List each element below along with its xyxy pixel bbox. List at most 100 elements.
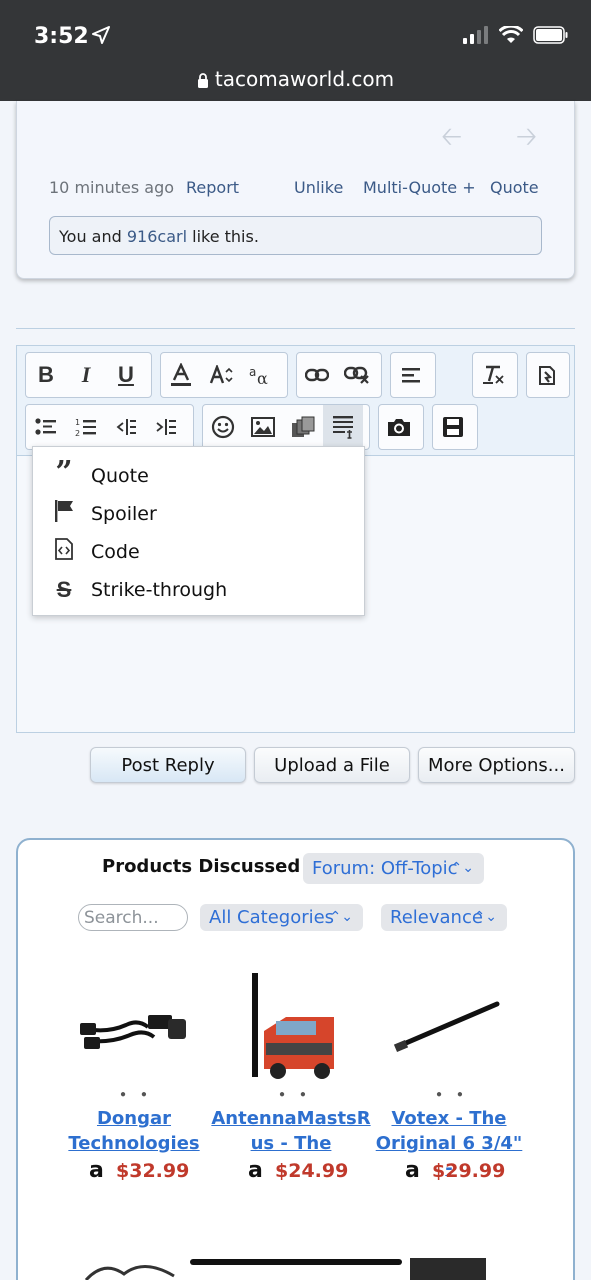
svg-text:a: a [249, 365, 256, 379]
carousel-dots: ● ● [120, 1089, 153, 1100]
product-name-line: Votex - The [391, 1108, 507, 1129]
product-name-line: Technologies [68, 1133, 200, 1154]
svg-text:1: 1 [75, 418, 80, 427]
product-image-antennamasts[interactable] [246, 971, 338, 1081]
svg-text:2: 2 [75, 429, 80, 437]
camera-group [378, 404, 424, 450]
bold-button[interactable]: B [26, 353, 66, 397]
product-link-dongar[interactable]: Dongar Technologies [54, 1106, 214, 1156]
multi-quote-link[interactable]: Multi-Quote + [363, 178, 476, 197]
remove-format-icon[interactable] [473, 353, 513, 397]
product-image-partial[interactable] [410, 1258, 486, 1280]
menu-item-spoiler[interactable]: Spoiler [33, 495, 366, 533]
align-left-icon[interactable] [391, 353, 431, 397]
list-group: 12 [25, 404, 194, 450]
category-select-value: All Categories [209, 907, 335, 928]
product-price: $32.99 [116, 1160, 190, 1182]
image-icon[interactable] [243, 405, 283, 449]
amazon-logo-icon: a [405, 1158, 420, 1183]
clear-group [472, 352, 518, 398]
post-reply-button[interactable]: Post Reply [90, 747, 246, 783]
forum-select-value: Forum: Off-Topic [312, 858, 458, 879]
link-icon[interactable] [297, 353, 337, 397]
underline-button[interactable]: U [106, 353, 146, 397]
product-link-antennamasts[interactable]: AntennaMastsR us - The [211, 1106, 371, 1156]
menu-item-code[interactable]: Code [33, 533, 366, 571]
menu-item-strike-through[interactable]: S Strike-through [33, 571, 366, 609]
insert-menu-icon[interactable] [323, 405, 363, 449]
menu-item-label: Quote [91, 465, 149, 487]
switch-group [526, 352, 570, 398]
arrow-right-icon[interactable]: 🡢 [516, 118, 537, 162]
upload-file-button[interactable]: Upload a File [254, 747, 410, 783]
likes-summary: You and 916carl like this. [49, 216, 542, 255]
insert-dropdown-menu: ” Quote Spoiler Code S Strike-through [32, 446, 365, 616]
product-price: $24.99 [275, 1160, 349, 1182]
likes-suffix: like this. [187, 227, 259, 246]
svg-text:α: α [257, 369, 268, 386]
category-select[interactable]: All Categories ⌃⌄ [200, 904, 363, 931]
more-options-button[interactable]: More Options... [418, 747, 575, 783]
font-size-icon[interactable] [201, 353, 241, 397]
lock-icon [197, 73, 208, 88]
carousel-dots: ● ● [436, 1089, 469, 1100]
product-image-partial[interactable] [84, 1256, 188, 1280]
media-icon[interactable] [283, 405, 323, 449]
likes-prefix: You and [59, 227, 127, 246]
url-text: tacomaworld.com [214, 67, 395, 91]
font-group: aα [160, 352, 288, 398]
toggle-bbcode-icon[interactable] [527, 353, 567, 397]
link-group [296, 352, 382, 398]
products-title: Products Discussed in [102, 856, 326, 877]
sort-select[interactable]: Relevance ⌃⌄ [381, 904, 507, 931]
select-chevron-icon: ⌃⌄ [473, 909, 497, 925]
menu-item-label: Strike-through [91, 579, 228, 601]
unlike-link[interactable]: Unlike [294, 178, 343, 197]
outdent-icon[interactable] [106, 405, 146, 449]
quote-link[interactable]: Quote [490, 178, 539, 197]
wifi-icon [499, 26, 523, 43]
numbered-list-icon[interactable]: 12 [66, 405, 106, 449]
forum-select[interactable]: Forum: Off-Topic ⌃⌄ [303, 853, 484, 884]
liked-user-link[interactable]: 916carl [127, 227, 187, 246]
flag-icon [51, 499, 77, 529]
report-link[interactable]: Report [186, 178, 239, 197]
product-image-dongar[interactable] [78, 997, 190, 1057]
smiley-icon[interactable] [203, 405, 243, 449]
save-group [432, 404, 478, 450]
italic-button[interactable]: I [66, 353, 106, 397]
search-placeholder: Search... [84, 908, 159, 928]
product-image-votex[interactable] [393, 1000, 505, 1054]
select-chevron-icon: ⌃⌄ [450, 860, 474, 876]
product-name-line: Dongar [96, 1108, 172, 1129]
cellular-signal-icon [463, 26, 488, 44]
insert-group [202, 404, 370, 450]
arrow-left-icon[interactable]: 🡠 [441, 118, 462, 162]
product-name-line: us - The [250, 1133, 332, 1154]
unlink-icon[interactable] [337, 353, 377, 397]
address-bar[interactable]: tacomaworld.com [0, 67, 591, 91]
select-chevron-icon: ⌃⌄ [329, 909, 353, 925]
bullet-list-icon[interactable] [26, 405, 66, 449]
amazon-logo-icon: a [248, 1158, 263, 1183]
carousel-dots: ● ● [279, 1089, 312, 1100]
menu-item-label: Spoiler [91, 503, 157, 525]
camera-icon[interactable] [379, 405, 419, 449]
battery-icon [533, 26, 568, 44]
menu-item-quote[interactable]: ” Quote [33, 455, 366, 495]
post-timestamp[interactable]: 10 minutes ago [49, 178, 174, 197]
quote-icon: ” [55, 455, 73, 490]
divider [16, 328, 575, 329]
strikethrough-icon: S [56, 577, 72, 602]
indent-icon[interactable] [146, 405, 186, 449]
menu-item-label: Code [91, 541, 140, 563]
editor-toolbar: B I U aα 12 [17, 346, 574, 456]
font-family-icon[interactable]: aα [241, 353, 281, 397]
products-search-input[interactable]: Search... [78, 904, 188, 931]
save-draft-icon[interactable] [433, 405, 473, 449]
font-color-icon[interactable] [161, 353, 201, 397]
clock: 3:52 [34, 24, 89, 49]
location-arrow-icon [92, 26, 110, 44]
browser-status-bar: 3:52 tacomaworld.com [0, 0, 591, 101]
amazon-logo-icon: a [89, 1158, 104, 1183]
